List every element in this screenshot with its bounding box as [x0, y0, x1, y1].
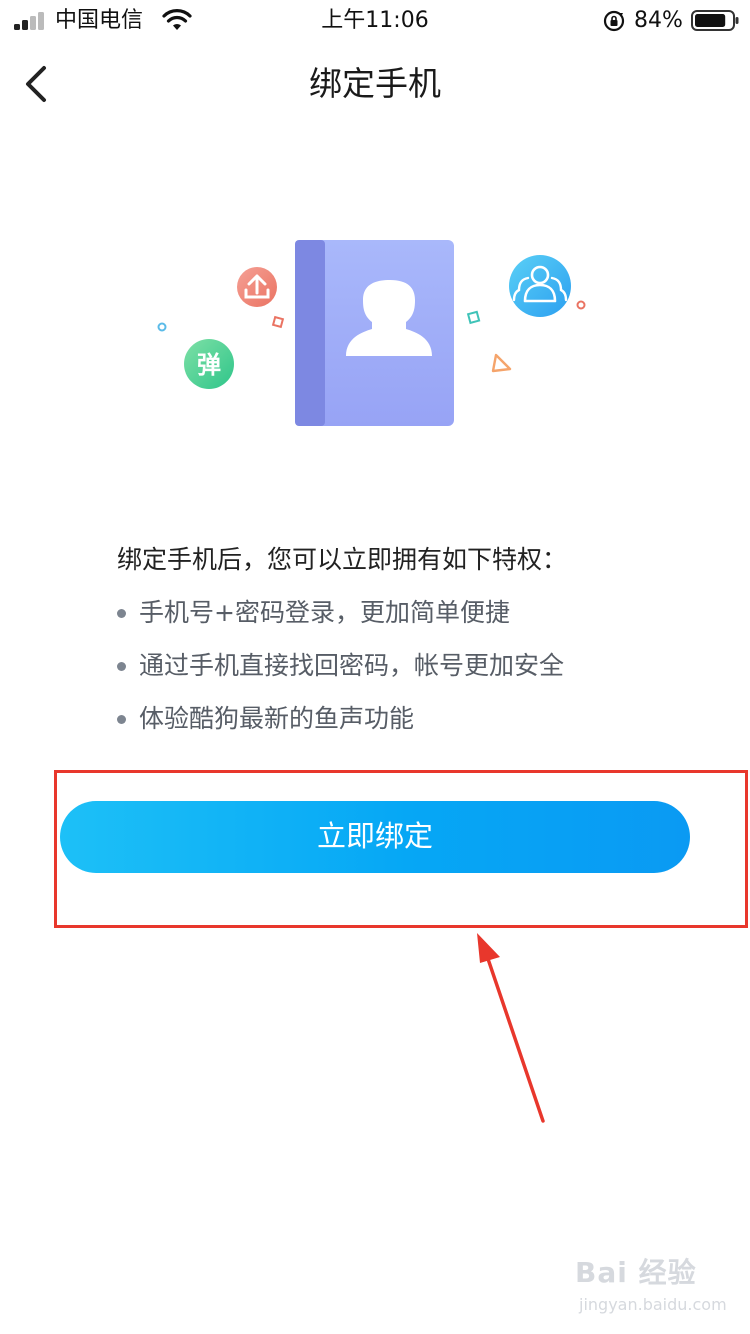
- bullet-icon: [117, 662, 126, 671]
- annotation-arrow-icon: [477, 933, 545, 1123]
- bullet-icon: [117, 609, 126, 618]
- baidu-jingyan-watermark: Bai 经验 jingyan.baidu.com: [575, 1255, 745, 1325]
- battery-icon: [691, 10, 739, 31]
- contact-book-icon: [295, 240, 454, 426]
- privileges-intro: 绑定手机后，您可以立即拥有如下特权：: [117, 545, 568, 574]
- privilege-text: 手机号+密码登录，更加简单便捷: [139, 598, 510, 627]
- decor-square-teal: [466, 310, 481, 325]
- list-item: 通过手机直接找回密码，帐号更加安全: [117, 650, 564, 703]
- status-bar: 中国电信 上午11:06 84%: [0, 0, 750, 42]
- upload-icon: [237, 267, 277, 307]
- decor-circle-red: [576, 300, 586, 310]
- decor-square-red: [271, 315, 285, 329]
- watermark-logo-text: Bai 经验: [575, 1256, 697, 1289]
- page-title: 绑定手机: [309, 64, 441, 103]
- danmaku-icon: 弹: [184, 339, 234, 389]
- annotation-highlight-box: [54, 770, 748, 928]
- danmaku-badge-text: 弹: [197, 351, 221, 379]
- privilege-text: 体验酷狗最新的鱼声功能: [139, 704, 415, 733]
- list-item: 体验酷狗最新的鱼声功能: [117, 703, 564, 756]
- battery-percent: 84%: [634, 8, 683, 33]
- rotation-lock-icon: [603, 10, 625, 32]
- list-item: 手机号+密码登录，更加简单便捷: [117, 597, 564, 650]
- decor-circle-blue: [157, 322, 167, 332]
- users-icon: [509, 255, 571, 317]
- privileges-list: 手机号+密码登录，更加简单便捷 通过手机直接找回密码，帐号更加安全 体验酷狗最新…: [117, 597, 564, 756]
- decor-triangle-orange: [491, 353, 512, 373]
- bullet-icon: [117, 715, 126, 724]
- privilege-text: 通过手机直接找回密码，帐号更加安全: [139, 651, 565, 680]
- watermark-url: jingyan.baidu.com: [579, 1295, 727, 1314]
- contact-book-illustration: 弹: [157, 240, 586, 426]
